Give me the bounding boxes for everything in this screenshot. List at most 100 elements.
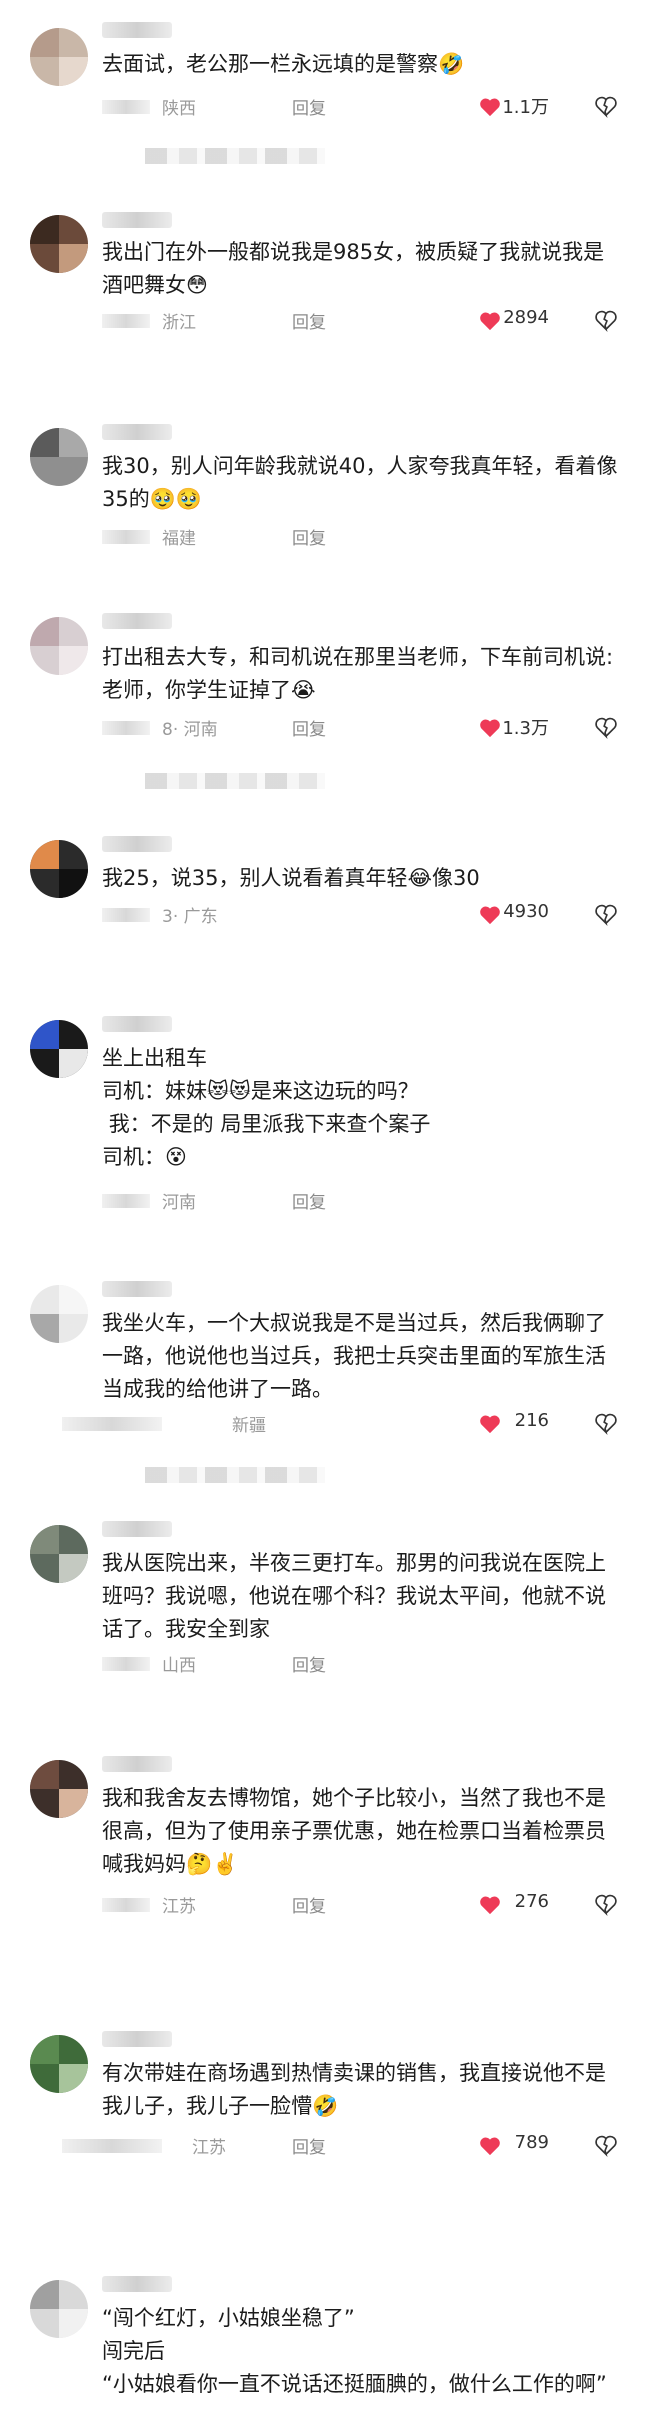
comment-item: 我坐火车，一个大叔说我是不是当过兵，然后我俩聊了一路，他说他也当过兵，我把士兵突… (0, 1275, 645, 1500)
reply-button[interactable]: 回复 (292, 524, 326, 549)
broken-heart-icon[interactable] (595, 1413, 617, 1435)
heart-icon[interactable] (479, 311, 501, 331)
like-count: 1.1万 (502, 97, 549, 118)
comment-meta: 陕西 回复 1.1万 (102, 92, 619, 122)
location-label: 江苏 (162, 1897, 196, 1917)
comment-meta: 新疆 216 (62, 1409, 619, 1439)
broken-heart-icon[interactable] (595, 717, 617, 739)
username-blurred[interactable] (102, 424, 172, 440)
like-count: 1.3万 (502, 718, 549, 739)
location-label: 陕西 (162, 99, 196, 119)
comment-text: “闯个红灯，小姑娘坐稳了” 闯完后 “小姑娘看你一直不说话还挺腼腆的，做什么工作… (102, 2306, 607, 2396)
comment-text: 我坐火车，一个大叔说我是不是当过兵，然后我俩聊了一路，他说他也当过兵，我把士兵突… (102, 1311, 606, 1401)
timestamp-blurred (102, 1657, 150, 1671)
location-label: 河南 (162, 1193, 196, 1213)
comment-item: 去面试，老公那一栏永远填的是警察🤣 陕西 回复 1.1万 (0, 0, 645, 200)
reply-button[interactable]: 回复 (292, 1892, 326, 1917)
like-count: 2894 (503, 307, 549, 328)
avatar[interactable] (30, 428, 88, 486)
like-count: 4930 (503, 901, 549, 922)
username-blurred[interactable] (102, 2276, 172, 2292)
timestamp-blurred (102, 314, 150, 328)
username-blurred[interactable] (102, 1521, 172, 1537)
reply-button[interactable]: 回复 (292, 1651, 326, 1676)
heart-icon[interactable] (479, 1414, 501, 1434)
comment-text: 坐上出租车 司机：妹妹😻😻是来这边玩的吗？ 我：不是的 局里派我下来查个案子 司… (102, 1046, 431, 1169)
like-count: 216 (514, 1410, 549, 1431)
broken-heart-icon[interactable] (595, 1894, 617, 1916)
comment-item: 我从医院出来，半夜三更打车。那男的问我说在医院上班吗？我说嗯，他说在哪个科？我说… (0, 1515, 645, 1735)
username-blurred[interactable] (102, 2031, 172, 2047)
location-label: 3· 广东 (162, 907, 218, 927)
comment-item: 打出租去大专，和司机说在那里当老师，下车前司机说:老师，你学生证掉了😭 8· 河… (0, 605, 645, 820)
comment-meta: 8· 河南 回复 1.3万 (102, 713, 619, 743)
comment-meta: 河南 回复 (102, 1186, 619, 1216)
comment-item: 我和我舍友去博物馆，她个子比较小，当然了我也不是很高，但为了使用亲子票优惠，她在… (0, 1750, 645, 1980)
location-label: 山西 (162, 1656, 196, 1676)
timestamp-blurred (62, 2139, 162, 2153)
heart-icon[interactable] (479, 1895, 501, 1915)
heart-icon[interactable] (479, 97, 501, 117)
broken-heart-icon[interactable] (595, 904, 617, 926)
comment-item: “闯个红灯，小姑娘坐稳了” 闯完后 “小姑娘看你一直不说话还挺腼腆的，做什么工作… (0, 2270, 645, 2414)
location-label: 8· 河南 (162, 720, 218, 740)
location-label: 新疆 (232, 1416, 266, 1436)
avatar[interactable] (30, 617, 88, 675)
comment-meta: 浙江 回复 2894 (102, 306, 619, 336)
comment-text: 我和我舍友去博物馆，她个子比较小，当然了我也不是很高，但为了使用亲子票优惠，她在… (102, 1786, 606, 1876)
expand-replies-blurred[interactable] (145, 773, 325, 789)
comment-meta: 江苏 回复 789 (62, 2131, 619, 2161)
avatar[interactable] (30, 2035, 88, 2093)
broken-heart-icon[interactable] (595, 2135, 617, 2157)
username-blurred[interactable] (102, 1756, 172, 1772)
comment-item: 我出门在外一般都说我是985女，被质疑了我就说我是酒吧舞女😳 浙江 回复 289… (0, 200, 645, 400)
heart-icon[interactable] (479, 718, 501, 738)
comment-text: 我25，说35，别人说看着真年轻😂像30 (102, 866, 480, 890)
reply-button[interactable]: 回复 (292, 715, 326, 740)
username-blurred[interactable] (102, 836, 172, 852)
timestamp-blurred (102, 100, 150, 114)
avatar[interactable] (30, 2280, 88, 2338)
expand-replies-blurred[interactable] (145, 148, 325, 164)
reply-button[interactable]: 回复 (292, 1188, 326, 1213)
avatar[interactable] (30, 1020, 88, 1078)
comment-feed: 去面试，老公那一栏永远填的是警察🤣 陕西 回复 1.1万 我出门在外一般都说我是… (0, 0, 645, 2414)
avatar[interactable] (30, 1285, 88, 1343)
comment-item: 坐上出租车 司机：妹妹😻😻是来这边玩的吗？ 我：不是的 局里派我下来查个案子 司… (0, 1010, 645, 1260)
broken-heart-icon[interactable] (595, 96, 617, 118)
avatar[interactable] (30, 840, 88, 898)
username-blurred[interactable] (102, 1281, 172, 1297)
comment-meta: 3· 广东 4930 (102, 900, 619, 930)
comment-item: 有次带娃在商场遇到热情卖课的销售，我直接说他不是我儿子，我儿子一脸懵🤣 江苏 回… (0, 2025, 645, 2235)
timestamp-blurred (102, 1194, 150, 1208)
location-label: 江苏 (192, 2138, 226, 2158)
timestamp-blurred (102, 1898, 150, 1912)
broken-heart-icon[interactable] (595, 310, 617, 332)
heart-icon[interactable] (479, 2136, 501, 2156)
username-blurred[interactable] (102, 22, 172, 38)
comment-meta: 山西 回复 (102, 1649, 619, 1679)
comment-text: 打出租去大专，和司机说在那里当老师，下车前司机说:老师，你学生证掉了😭 (102, 645, 614, 702)
expand-replies-blurred[interactable] (145, 1467, 325, 1483)
timestamp-blurred (62, 1417, 162, 1431)
heart-icon[interactable] (479, 905, 501, 925)
comment-item: 我30，别人问年龄我就说40，人家夸我真年轻，看着像35的🥹🥹 福建 回复 (0, 410, 645, 610)
comment-meta: 福建 回复 (102, 522, 619, 552)
username-blurred[interactable] (102, 1016, 172, 1032)
location-label: 浙江 (162, 313, 196, 333)
avatar[interactable] (30, 215, 88, 273)
reply-button[interactable]: 回复 (292, 94, 326, 119)
username-blurred[interactable] (102, 212, 172, 228)
username-blurred[interactable] (102, 613, 172, 629)
avatar[interactable] (30, 1760, 88, 1818)
comment-text: 我30，别人问年龄我就说40，人家夸我真年轻，看着像35的🥹🥹 (102, 454, 618, 511)
reply-button[interactable]: 回复 (292, 308, 326, 333)
location-label: 福建 (162, 529, 196, 549)
avatar[interactable] (30, 1525, 88, 1583)
comment-text: 我出门在外一般都说我是985女，被质疑了我就说我是酒吧舞女😳 (102, 240, 605, 297)
like-count: 789 (514, 2132, 549, 2153)
avatar[interactable] (30, 28, 88, 86)
reply-button[interactable]: 回复 (292, 2133, 326, 2158)
comment-meta: 江苏 回复 276 (102, 1890, 619, 1920)
comment-text: 有次带娃在商场遇到热情卖课的销售，我直接说他不是我儿子，我儿子一脸懵🤣 (102, 2061, 606, 2118)
